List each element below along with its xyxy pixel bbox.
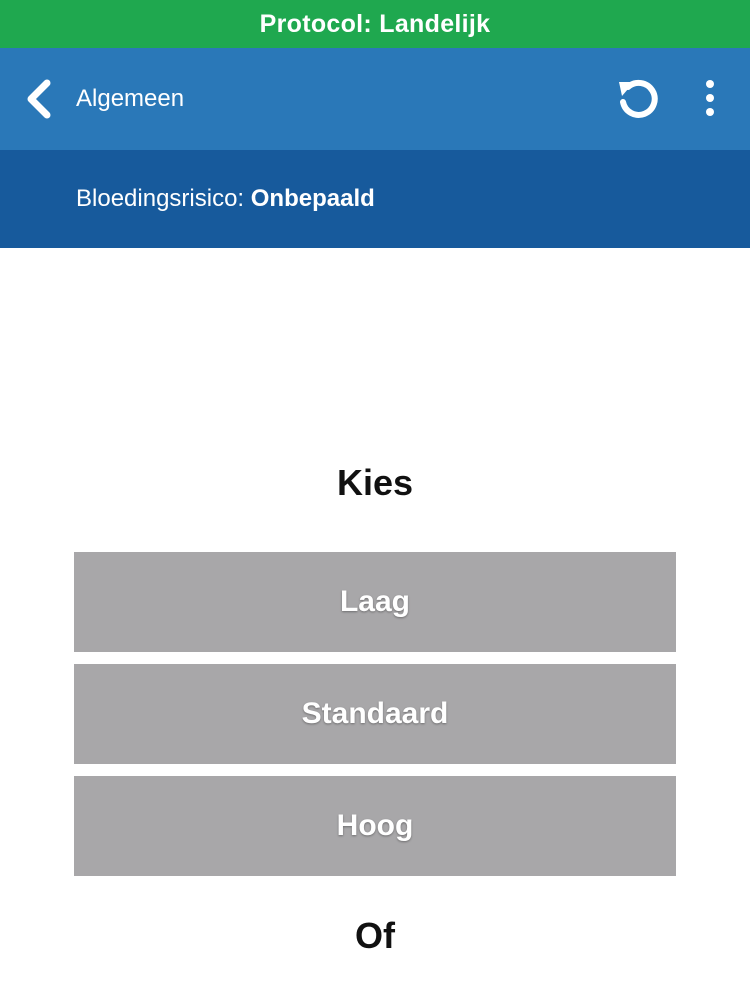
back-label: Algemeen xyxy=(76,85,185,112)
protocol-label: Protocol: Landelijk xyxy=(259,9,491,38)
or-heading: Of xyxy=(355,915,395,956)
choose-heading: Kies xyxy=(336,462,414,503)
back-button[interactable]: Algemeen xyxy=(18,73,184,125)
reset-button[interactable] xyxy=(612,74,664,126)
option-label: Hoog xyxy=(336,809,414,842)
bleeding-risk-bar: Bloedingsrisico: Onbepaald xyxy=(0,150,750,248)
bleeding-risk-value: Onbepaald xyxy=(250,185,375,212)
option-low-button[interactable]: Laag xyxy=(74,552,676,652)
chevron-left-icon xyxy=(18,73,58,125)
app-header: Algemeen xyxy=(0,48,750,150)
option-standard-button[interactable]: Standaard xyxy=(74,664,676,764)
bleeding-risk-text: Bloedingsrisico: Onbepaald xyxy=(76,185,375,213)
more-vertical-icon xyxy=(704,78,716,123)
option-label: Laag xyxy=(339,585,411,618)
protocol-bar: Protocol: Landelijk xyxy=(0,0,750,48)
option-high-button[interactable]: Hoog xyxy=(74,776,676,876)
option-label: Standaard xyxy=(301,697,449,730)
reset-icon xyxy=(614,74,662,127)
bleeding-risk-label: Bloedingsrisico: xyxy=(76,185,251,212)
more-menu-button[interactable] xyxy=(690,74,730,126)
